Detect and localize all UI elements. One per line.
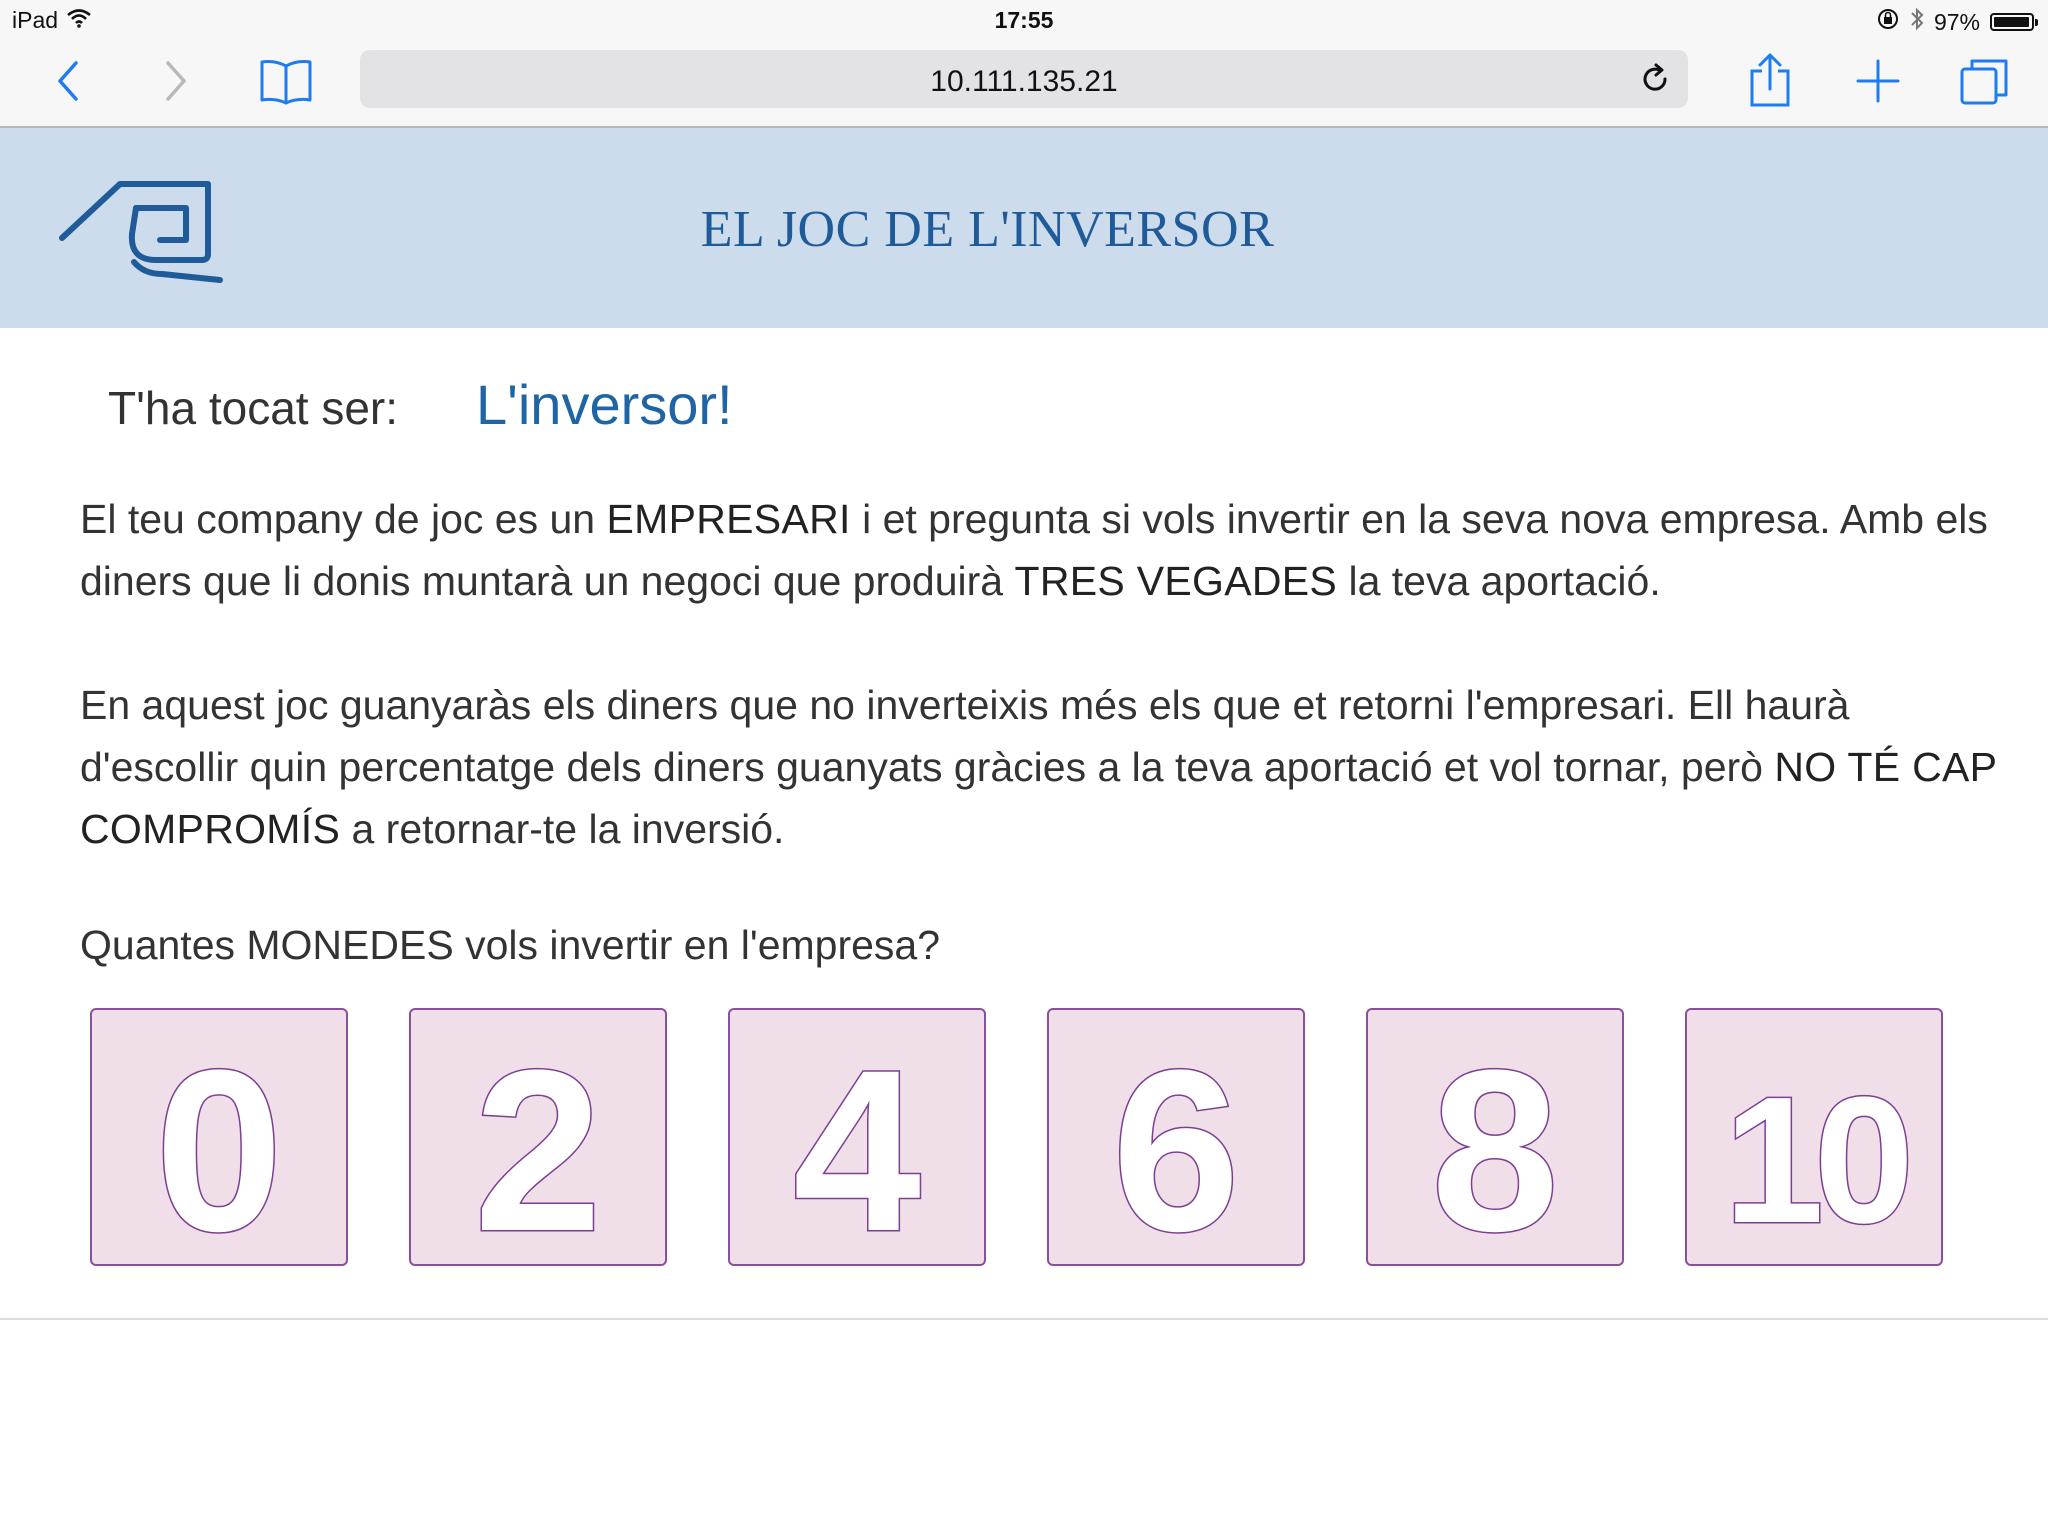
coin-value: 8 [1431,1022,1559,1262]
coin-button-6[interactable]: 6 [1047,1008,1305,1266]
coin-button-8[interactable]: 8 [1366,1008,1624,1266]
chevron-right-icon [166,61,186,101]
tabs-button[interactable] [1956,56,2012,106]
intro-paragraph: El teu company de joc es un EMPRESARI i … [80,488,2010,612]
rules-text-1: En aquest joc guanyaràs els diners que n… [80,682,1850,790]
investment-question: Quantes MONEDES vols invertir en l'empre… [80,922,941,968]
status-bar: iPad 17:55 97% [0,0,2048,40]
share-button[interactable] [1742,53,1798,107]
role-value: L'inversor! [476,373,733,436]
new-tab-button[interactable] [1850,56,1906,106]
role-label: T'ha tocat ser: [108,382,399,434]
rules-paragraph: En aquest joc guanyaràs els diners que n… [80,674,2010,860]
coin-graphic: 10 [1722,1059,1918,1263]
coin-options: 0 2 4 6 8 10 [90,1008,1943,1266]
site-title: EL JOC DE L'INVERSOR [700,201,1275,258]
bluetooth-icon [1910,7,1924,37]
page-header: EL JOC DE L'INVERSOR [0,128,2048,328]
reload-icon[interactable] [1638,62,1672,96]
status-time: 17:55 [994,7,1054,33]
role-line: T'ha tocat ser: L'inversor! [108,372,733,437]
coin-button-10[interactable]: 10 [1685,1008,1943,1266]
rules-text-2: a retornar-te la inversió. [340,806,785,852]
coin-value: 4 [793,1022,921,1262]
coin-value: 0 [155,1022,283,1262]
intro-emphasis-1: EMPRESARI [606,496,851,542]
intro-text-3: la teva aportació. [1337,558,1661,604]
coin-graphic: 4 [792,1021,923,1263]
coin-graphic: 0 [154,1021,285,1263]
back-button[interactable] [44,56,94,106]
coin-graphic: 2 [473,1021,604,1263]
battery-percent: 97% [1933,8,1980,35]
battery-icon [1990,13,2038,31]
intro-text-1: El teu company de joc es un [80,496,607,542]
browser-toolbar: 10.111.135.21 [0,40,2048,128]
address-bar[interactable]: 10.111.135.21 [360,50,1688,108]
coin-graphic: 8 [1430,1021,1561,1263]
orientation-lock-icon [1876,8,1900,36]
tabs-icon [1960,59,2008,105]
coin-graphic: 6 [1111,1021,1242,1263]
status-right: 97% [1876,7,2038,37]
url-text: 10.111.135.21 [930,65,1118,98]
coin-value: 10 [1724,1060,1907,1261]
coin-button-4[interactable]: 4 [728,1008,986,1266]
divider [0,1318,2048,1320]
forward-button[interactable] [150,56,200,106]
coin-button-0[interactable]: 0 [90,1008,348,1266]
share-icon [1750,53,1790,107]
coin-value: 2 [474,1022,602,1262]
plus-icon [1856,59,1900,103]
chevron-left-icon [58,61,78,101]
coin-button-2[interactable]: 2 [409,1008,667,1266]
book-icon [260,60,312,105]
battery-fill [1994,17,2029,27]
coin-value: 6 [1112,1022,1240,1262]
bookmarks-button[interactable] [254,56,318,106]
intro-emphasis-2: TRES VEGADES [1014,558,1338,604]
